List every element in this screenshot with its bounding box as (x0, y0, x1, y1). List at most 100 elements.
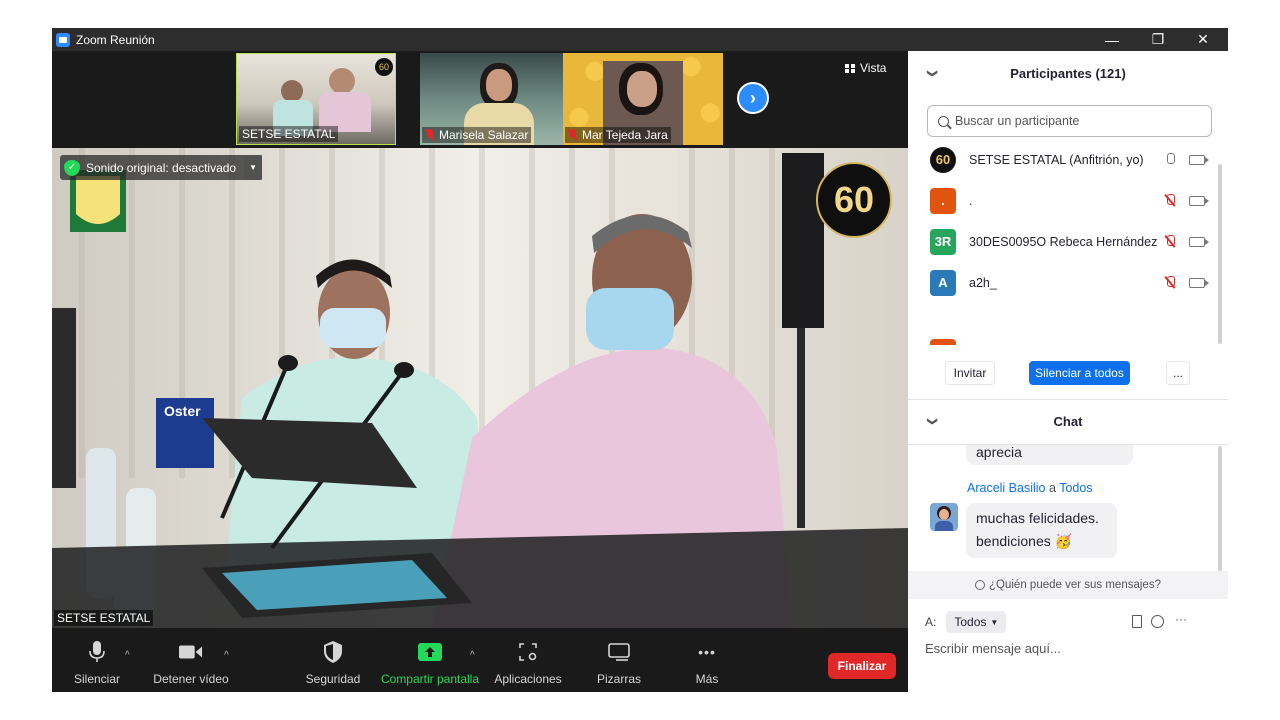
thumbnail-setse[interactable]: 60 SETSE ESTATAL (236, 53, 396, 145)
thumbnail-mar[interactable]: Mar Tejeda Jara (563, 53, 723, 145)
thumbnail-name: Mar Tejeda Jara (565, 127, 671, 143)
participant-row[interactable]: 60 SETSE ESTATAL (Anfitrión, yo) (930, 139, 1210, 180)
avatar: 60 (930, 146, 956, 173)
minimize-button[interactable]: — (1089, 28, 1135, 51)
restore-button[interactable]: ❐ (1135, 28, 1181, 51)
participant-row[interactable]: . . (930, 180, 1210, 221)
video-camera-icon[interactable] (1189, 236, 1209, 247)
search-icon (938, 115, 949, 127)
muted-mic-icon[interactable] (1165, 275, 1175, 290)
meeting-toolbar: Silenciar ^ Detener vídeo ^ Seguridad Co… (52, 628, 908, 692)
participants-header: ❯ Participantes (121) (926, 65, 1126, 81)
participant-row[interactable]: A a2h_ (930, 262, 1210, 303)
end-meeting-button[interactable]: Finalizar (828, 653, 896, 679)
speaker-name-label: SETSE ESTATAL (54, 610, 154, 626)
whiteboards-button[interactable]: Pizarras (588, 628, 650, 692)
muted-mic-icon (568, 129, 578, 141)
avatar (930, 503, 958, 531)
participant-head (281, 80, 303, 102)
thumbnail-name: Marisela Salazar (422, 127, 532, 143)
user-info-icon (975, 580, 986, 590)
whiteboard-icon (607, 640, 631, 664)
chevron-down-icon[interactable]: ▼ (244, 155, 263, 180)
more-options-button[interactable]: ... (1166, 361, 1190, 385)
avatar: . (930, 187, 956, 214)
thumbnail-name: SETSE ESTATAL (239, 126, 339, 142)
shield-icon (321, 640, 345, 664)
chat-scrollbar[interactable] (1218, 446, 1222, 571)
anniversary-badge: 60 (816, 162, 892, 238)
participant-row[interactable]: 3R 30DES0095O Rebeca Hernández (930, 221, 1210, 262)
participant-head (329, 68, 355, 94)
window-title: Zoom Reunión (76, 32, 155, 47)
shield-check-icon: ✓ (64, 159, 80, 176)
muted-mic-icon[interactable] (1165, 234, 1175, 249)
grid-icon (845, 63, 855, 73)
thumbnail-marisela[interactable]: Marisela Salazar (420, 53, 580, 145)
participant-name: SETSE ESTATAL (Anfitrión, yo) (969, 152, 1144, 167)
avatar: A (930, 269, 956, 296)
chat-message: aprecia (966, 445, 1133, 465)
more-dots-icon: ••• (698, 644, 716, 660)
video-camera-icon[interactable] (1189, 154, 1209, 165)
muted-mic-icon[interactable] (1165, 193, 1175, 208)
panel-divider (908, 399, 1228, 400)
emoji-icon[interactable] (1151, 615, 1164, 628)
participant-head (627, 71, 657, 107)
video-camera-icon[interactable] (1189, 195, 1209, 206)
recipient-select[interactable]: Todos ▼ (946, 611, 1007, 633)
share-options-caret[interactable]: ^ (470, 650, 475, 661)
apps-icon (516, 640, 540, 664)
avatar: 3R (930, 228, 956, 255)
participant-head (486, 69, 512, 101)
chevron-down-icon: ▼ (990, 617, 999, 627)
video-camera-icon (179, 640, 203, 664)
side-panel: ❯ Participantes (121) Buscar un particip… (908, 51, 1228, 692)
chevron-right-icon: › (750, 87, 756, 108)
participants-scrollbar[interactable] (1218, 164, 1222, 344)
zoom-window: Zoom Reunión — ❐ ✕ 60 SETSE ESTATAL Mari… (52, 28, 1228, 692)
view-button[interactable]: Vista (845, 61, 886, 75)
file-icon[interactable] (1132, 615, 1142, 628)
title-bar: Zoom Reunión — ❐ ✕ (52, 28, 1228, 51)
security-button[interactable]: Seguridad (302, 628, 364, 692)
chat-message: muchas felicidades. bendiciones 🥳 (966, 503, 1117, 558)
stop-video-button[interactable]: Detener vídeo (151, 628, 231, 692)
chat-recipient-row: A: Todos ▼ ··· (925, 607, 1215, 637)
participant-name: a2h_ (969, 275, 997, 290)
mute-button[interactable]: Silenciar (72, 628, 122, 692)
more-dots-icon[interactable]: ··· (1175, 612, 1187, 626)
anniversary-logo-icon: 60 (375, 58, 393, 76)
chevron-down-icon[interactable]: ❯ (927, 69, 938, 77)
svg-text:Oster: Oster (164, 403, 201, 419)
chevron-down-icon[interactable]: ❯ (927, 417, 938, 425)
chat-message-input[interactable]: Escribir mensaje aquí... (925, 641, 1215, 663)
original-sound-toggle[interactable]: ✓ Sonido original: desactivado ▼ (60, 155, 263, 180)
participant-name: 30DES0095O Rebeca Hernández (969, 234, 1158, 249)
share-screen-icon (418, 640, 442, 664)
video-frame-illustration: Oster (52, 148, 908, 628)
mute-all-button[interactable]: Silenciar a todos (1029, 361, 1130, 385)
party-emoji-icon: 🥳 (1054, 533, 1073, 549)
share-screen-button[interactable]: Compartir pantalla (378, 628, 482, 692)
apps-button[interactable]: Aplicaciones (492, 628, 564, 692)
muted-mic-icon (425, 129, 435, 141)
participant-search-input[interactable]: Buscar un participante (927, 105, 1212, 137)
invite-button[interactable]: Invitar (945, 361, 995, 385)
video-camera-icon[interactable] (1189, 277, 1209, 288)
zoom-logo-icon (56, 32, 70, 47)
video-area: 60 SETSE ESTATAL Marisela Salazar Mar Te… (52, 51, 908, 628)
video-options-caret[interactable]: ^ (224, 650, 229, 661)
participant-name: . (969, 193, 973, 208)
avatar-partial (930, 339, 956, 345)
chat-message-header: Araceli Basilio a Todos (967, 481, 1093, 495)
main-video: Oster 60 ✓ Sonido original: desactivado … (52, 148, 908, 628)
microphone-icon (85, 640, 109, 664)
more-button[interactable]: ••• Más (682, 628, 732, 692)
close-button[interactable]: ✕ (1180, 28, 1226, 51)
next-page-button[interactable]: › (737, 82, 769, 114)
microphone-icon[interactable] (1165, 152, 1175, 167)
chat-header: ❯ Chat (926, 413, 1083, 429)
audio-options-caret[interactable]: ^ (125, 650, 130, 661)
who-can-see-messages-link[interactable]: ¿Quién puede ver sus mensajes? (908, 571, 1228, 599)
